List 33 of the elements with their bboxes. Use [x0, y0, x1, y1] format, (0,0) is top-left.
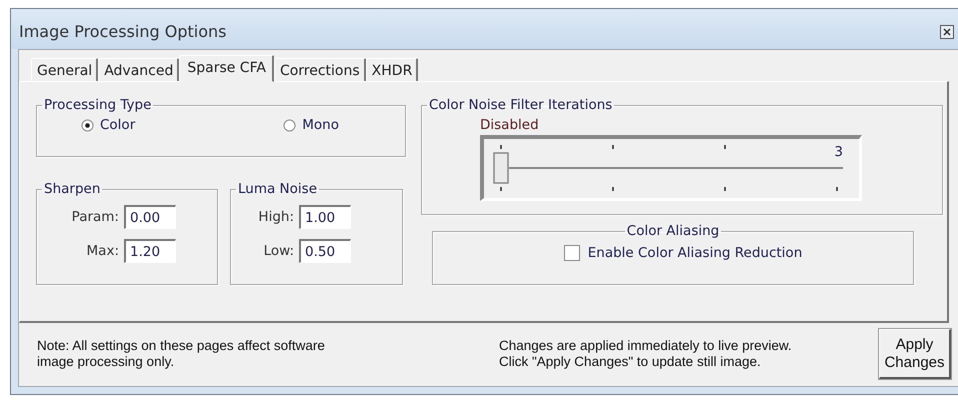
slider-thumb[interactable]	[493, 152, 509, 184]
radio-button[interactable]	[81, 118, 94, 132]
input-field[interactable]: 1.20	[124, 239, 176, 263]
tab[interactable]: General	[31, 58, 98, 81]
group-title: Color Aliasing	[626, 223, 720, 239]
note-text: Note: All settings on these pages affect software image processing only.	[37, 338, 326, 370]
radio-label: Mono	[302, 117, 339, 133]
group-title: Sharpen	[43, 181, 102, 197]
field-label: High:	[258, 209, 294, 225]
slider-min-label: Disabled	[480, 117, 540, 133]
slider-track[interactable]: 3	[480, 135, 862, 201]
note-text: Changes are applied immediately to live preview. Click "Apply Changes" to update still image.	[499, 338, 793, 370]
input-field[interactable]: 0.00	[124, 205, 176, 229]
group-title: Processing Type	[43, 97, 152, 113]
checkbox-label: Enable Color Aliasing Reduction	[588, 245, 802, 261]
radio-label: Color	[100, 117, 136, 133]
window-title: Image Processing Options	[19, 20, 226, 40]
group-title: Color Noise Filter Iterations	[428, 97, 614, 113]
radio-button[interactable]	[283, 118, 296, 132]
tab[interactable]: Advanced	[98, 58, 180, 81]
apply-changes-button[interactable]: Apply Changes	[879, 329, 951, 379]
input-field[interactable]: 1.00	[299, 205, 351, 229]
slider-max-label: 3	[834, 144, 843, 160]
input-field[interactable]: 0.50	[299, 239, 351, 263]
field-label: Max:	[86, 243, 119, 259]
tab[interactable]: Sparse CFA	[179, 55, 274, 82]
field-label: Low:	[264, 243, 294, 259]
close-button[interactable]	[939, 24, 955, 40]
tab[interactable]: Corrections	[274, 58, 366, 81]
group-title: Luma Noise	[237, 181, 318, 197]
tab[interactable]: XHDR	[366, 58, 418, 81]
field-label: Param:	[72, 209, 119, 225]
checkbox[interactable]	[564, 245, 580, 261]
